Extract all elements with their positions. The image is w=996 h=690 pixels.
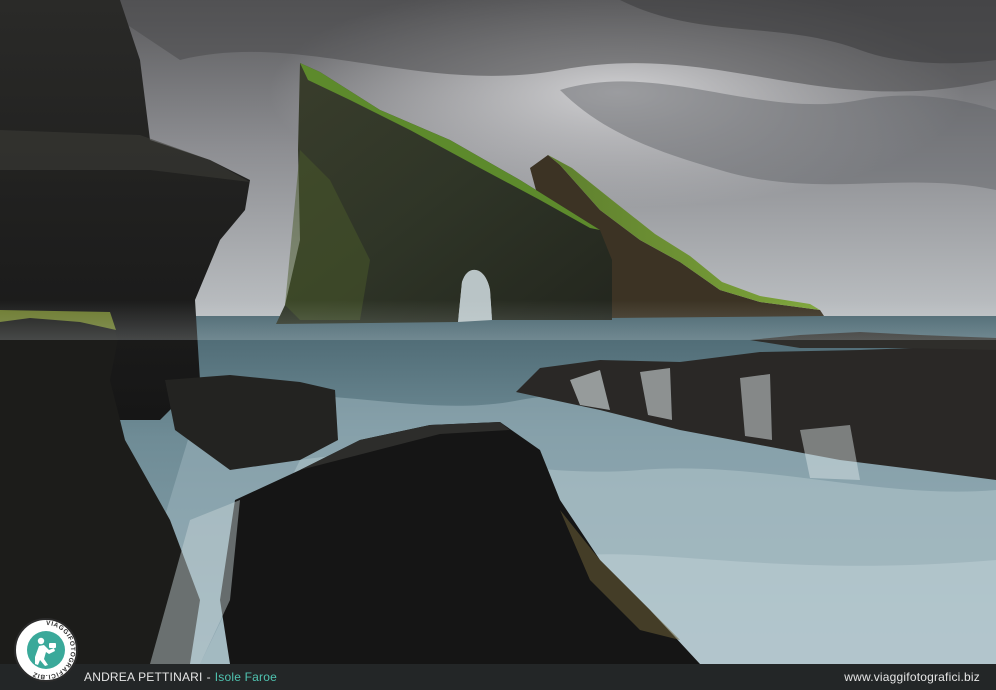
location-label: Isole Faroe (214, 670, 277, 684)
website-link[interactable]: www.viaggifotografici.biz (844, 670, 980, 684)
caption-separator: - (206, 670, 211, 684)
photo-frame: ANDREA PETTINARI - Isole Faroe www.viagg… (0, 0, 996, 690)
landscape-photo (0, 0, 996, 664)
author-name: ANDREA PETTINARI (84, 670, 203, 684)
brand-logo: VIAGGIFOTOGRAFICI.BIZ (14, 618, 78, 682)
caption-bar: ANDREA PETTINARI - Isole Faroe www.viagg… (0, 664, 996, 690)
